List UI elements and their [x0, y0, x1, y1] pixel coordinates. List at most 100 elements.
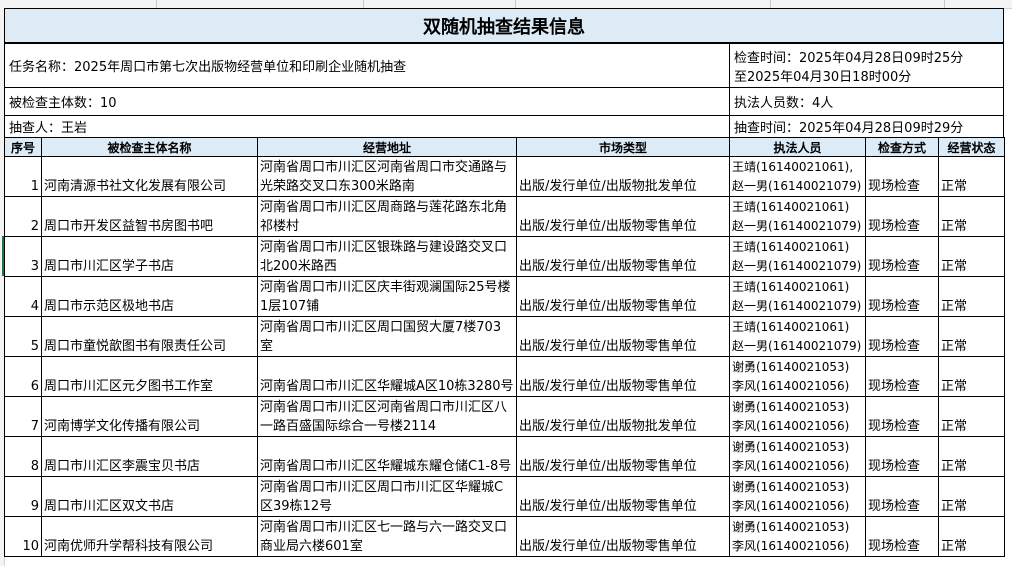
cell-officers[interactable]: 谢勇(16140021053) 李风(16140021056) [729, 396, 866, 437]
cell-address[interactable]: 河南省周口市川汇区周口国贸大厦7楼703室 [257, 316, 517, 357]
cell-no[interactable]: 8 [4, 436, 42, 477]
cell-status[interactable]: 正常 [938, 236, 1005, 277]
cell-officers[interactable]: 谢勇(16140021053) 李风(16140021056) [729, 356, 866, 397]
header-officers[interactable]: 执法人员 [729, 137, 866, 157]
cell-status[interactable]: 正常 [938, 516, 1005, 557]
cell-no[interactable]: 2 [4, 196, 42, 237]
inspection-time-cell[interactable]: 检查时间：2025年04月28日09时25分 至2025年04月30日18时00… [729, 43, 1004, 88]
cell-address[interactable]: 河南省周口市川汇区河南省周口市川汇区八一路百盛国际综合一号楼2114 [257, 396, 517, 437]
cell-address[interactable]: 河南省周口市川汇区周口市川汇区华耀城C区39栋12号 [257, 476, 517, 517]
cell-status[interactable]: 正常 [938, 356, 1005, 397]
cell-address[interactable]: 河南省周口市川汇区华耀城东耀仓储C1-8号 [257, 436, 517, 477]
cell-method[interactable]: 现场检查 [865, 476, 939, 517]
header-subject-name[interactable]: 被检查主体名称 [41, 137, 258, 157]
cell-no[interactable]: 3 [4, 236, 42, 277]
results-table: 序号 被检查主体名称 经营地址 市场类型 执法人员 检查方式 经营状态 1 河南… [4, 137, 1005, 557]
cell-officers[interactable]: 谢勇(16140021053) 李风(16140021056) [729, 476, 866, 517]
cell-market-type[interactable]: 出版/发行单位/出版物零售单位 [516, 316, 730, 357]
cell-subject-name[interactable]: 周口市开发区益智书房图书吧 [41, 196, 258, 237]
table-row: 2 周口市开发区益智书房图书吧 河南省周口市川汇区周商路与莲花路东北角祁楼村 出… [4, 196, 1005, 237]
cell-method[interactable]: 现场检查 [865, 316, 939, 357]
cell-officers[interactable]: 王靖(16140021061) 赵一男(16140021079) [729, 196, 866, 237]
cell-method[interactable]: 现场检查 [865, 236, 939, 277]
header-address[interactable]: 经营地址 [257, 137, 517, 157]
cell-method[interactable]: 现场检查 [865, 196, 939, 237]
cell-subject-name[interactable]: 周口市川汇区李震宝贝书店 [41, 436, 258, 477]
cell-address[interactable]: 河南省周口市川汇区华耀城A区10栋3280号 [257, 356, 517, 397]
cell-officers[interactable]: 王靖(16140021061) 赵一男(16140021079) [729, 276, 866, 317]
officer-2: 李风(16140021056) [732, 419, 850, 433]
cell-market-type[interactable]: 出版/发行单位/出版物批发单位 [516, 156, 730, 197]
cell-subject-name[interactable]: 河南优师升学帮科技有限公司 [41, 516, 258, 557]
cell-method[interactable]: 现场检查 [865, 276, 939, 317]
cell-officers[interactable]: 王靖(16140021061), 赵一男(16140021079) [729, 156, 866, 197]
officer-1: 王靖(16140021061) [732, 280, 850, 294]
sampler-cell[interactable]: 抽查人：王岩 [4, 115, 730, 138]
cell-market-type[interactable]: 出版/发行单位/出版物零售单位 [516, 476, 730, 517]
cell-market-type[interactable]: 出版/发行单位/出版物零售单位 [516, 196, 730, 237]
cell-no[interactable]: 1 [4, 156, 42, 197]
officer-2: 李风(16140021056) [732, 539, 850, 553]
cell-address[interactable]: 河南省周口市川汇区七一路与六一路交叉口商业局六楼601室 [257, 516, 517, 557]
cell-subject-name[interactable]: 周口市川汇区学子书店 [41, 236, 258, 277]
cell-no[interactable]: 5 [4, 316, 42, 357]
cell-subject-name[interactable]: 周口市童悦歆图书有限责任公司 [41, 316, 258, 357]
cell-method[interactable]: 现场检查 [865, 396, 939, 437]
officer-1: 王靖(16140021061) [732, 320, 850, 334]
cell-status[interactable]: 正常 [938, 396, 1005, 437]
cell-status[interactable]: 正常 [938, 436, 1005, 477]
officer-1: 谢勇(16140021053) [732, 520, 850, 534]
cell-subject-name[interactable]: 周口市示范区极地书店 [41, 276, 258, 317]
cell-status[interactable]: 正常 [938, 276, 1005, 317]
cell-address[interactable]: 河南省周口市川汇区周商路与莲花路东北角祁楼村 [257, 196, 517, 237]
cell-method[interactable]: 现场检查 [865, 356, 939, 397]
cell-officers[interactable]: 王靖(16140021061) 赵一男(16140021079) [729, 316, 866, 357]
cell-subject-name[interactable]: 周口市川汇区元夕图书工作室 [41, 356, 258, 397]
cell-market-type[interactable]: 出版/发行单位/出版物零售单位 [516, 276, 730, 317]
cell-method[interactable]: 现场检查 [865, 436, 939, 477]
officer-1: 王靖(16140021061) [732, 240, 850, 254]
header-method[interactable]: 检查方式 [865, 137, 939, 157]
cell-address[interactable]: 河南省周口市川汇区庆丰街观澜国际25号楼1层107铺 [257, 276, 517, 317]
cell-status[interactable]: 正常 [938, 156, 1005, 197]
officer-2: 李风(16140021056) [732, 379, 850, 393]
officer-2: 赵一男(16140021079) [732, 339, 862, 353]
inspection-time-start: 检查时间：2025年04月28日09时25分 [734, 50, 964, 66]
cell-market-type[interactable]: 出版/发行单位/出版物批发单位 [516, 396, 730, 437]
header-status[interactable]: 经营状态 [938, 137, 1005, 157]
inspection-time-end: 至2025年04月30日18时00分 [734, 69, 912, 85]
cell-status[interactable]: 正常 [938, 476, 1005, 517]
cell-market-type[interactable]: 出版/发行单位/出版物零售单位 [516, 436, 730, 477]
cell-market-type[interactable]: 出版/发行单位/出版物零售单位 [516, 236, 730, 277]
table-row: 10 河南优师升学帮科技有限公司 河南省周口市川汇区七一路与六一路交叉口商业局六… [4, 516, 1005, 557]
header-no[interactable]: 序号 [4, 137, 42, 157]
cell-status[interactable]: 正常 [938, 316, 1005, 357]
cell-subject-name[interactable]: 河南清源书社文化发展有限公司 [41, 156, 258, 197]
cell-market-type[interactable]: 出版/发行单位/出版物零售单位 [516, 516, 730, 557]
cell-method[interactable]: 现场检查 [865, 156, 939, 197]
header-market-type[interactable]: 市场类型 [516, 137, 730, 157]
officer-count-cell[interactable]: 执法人员数：4人 [729, 87, 1004, 116]
cell-officers[interactable]: 谢勇(16140021053) 李风(16140021056) [729, 516, 866, 557]
cell-no[interactable]: 9 [4, 476, 42, 517]
cell-status[interactable]: 正常 [938, 196, 1005, 237]
cell-no[interactable]: 4 [4, 276, 42, 317]
subject-count-cell[interactable]: 被检查主体数：10 [4, 87, 730, 116]
cell-address[interactable]: 河南省周口市川汇区银珠路与建设路交叉口北200米路西 [257, 236, 517, 277]
cell-officers[interactable]: 谢勇(16140021053) 李风(16140021056) [729, 436, 866, 477]
officer-2: 赵一男(16140021079) [732, 219, 862, 233]
cell-no[interactable]: 10 [4, 516, 42, 557]
sampling-time-cell[interactable]: 抽查时间：2025年04月28日09时29分 [729, 115, 1004, 138]
cell-no[interactable]: 7 [4, 396, 42, 437]
cell-no[interactable]: 6 [4, 356, 42, 397]
table-row: 6 周口市川汇区元夕图书工作室 河南省周口市川汇区华耀城A区10栋3280号 出… [4, 356, 1005, 397]
cell-method[interactable]: 现场检查 [865, 516, 939, 557]
cell-officers[interactable]: 王靖(16140021061) 赵一男(16140021079) [729, 236, 866, 277]
sheet-title[interactable]: 双随机抽查结果信息 [4, 8, 1004, 43]
table-row: 8 周口市川汇区李震宝贝书店 河南省周口市川汇区华耀城东耀仓储C1-8号 出版/… [4, 436, 1005, 477]
cell-subject-name[interactable]: 周口市川汇区双文书店 [41, 476, 258, 517]
cell-address[interactable]: 河南省周口市川汇区河南省周口市交通路与光荣路交叉口东300米路南 [257, 156, 517, 197]
task-name-cell[interactable]: 任务名称：2025年周口市第七次出版物经营单位和印刷企业随机抽查 [4, 43, 730, 88]
cell-market-type[interactable]: 出版/发行单位/出版物零售单位 [516, 356, 730, 397]
cell-subject-name[interactable]: 河南博学文化传播有限公司 [41, 396, 258, 437]
